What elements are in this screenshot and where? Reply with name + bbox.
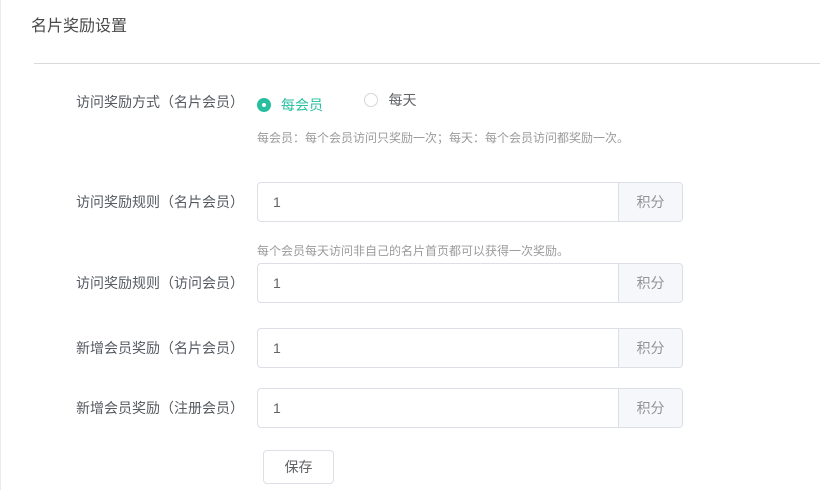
reward-settings-page: 名片奖励设置 访问奖励方式（名片会员） 每会员 每天 每会员：每个会员访问只奖励…	[1, 0, 820, 490]
divider	[34, 63, 820, 64]
points-unit-append: 积分	[618, 264, 682, 302]
save-button[interactable]: 保存	[263, 450, 334, 484]
new-member-reward-register-label: 新增会员奖励（注册会员）	[31, 398, 244, 418]
new-member-reward-register-input[interactable]	[258, 389, 618, 427]
points-input-group: 积分	[257, 388, 683, 428]
new-member-reward-card-input[interactable]	[258, 329, 618, 367]
points-unit-append: 积分	[618, 389, 682, 427]
form-row-new-member-reward-card: 新增会员奖励（名片会员） 积分	[31, 328, 820, 368]
points-unit-append: 积分	[618, 329, 682, 367]
page-title: 名片奖励设置	[31, 17, 820, 37]
reward-settings-form: 访问奖励方式（名片会员） 每会员 每天 每会员：每个会员访问只奖励一次；每天：每…	[31, 92, 820, 484]
reward-mode-helper-text: 每会员：每个会员访问只奖励一次；每天：每个会员访问都奖励一次。	[257, 130, 820, 146]
radio-per-day-label: 每天	[388, 90, 416, 110]
points-input-group: 积分	[257, 263, 683, 303]
form-row-visit-reward-rule-card: 访问奖励规则（名片会员） 积分	[31, 182, 820, 222]
visit-reward-rule-helper-text: 每个会员每天访问非自己的名片首页都可以获得一次奖励。	[257, 243, 820, 259]
new-member-reward-card-label: 新增会员奖励（名片会员）	[31, 338, 244, 358]
points-input-group: 积分	[257, 328, 683, 368]
form-row-new-member-reward-register: 新增会员奖励（注册会员） 积分	[31, 388, 820, 428]
radio-per-day[interactable]: 每天	[364, 90, 416, 110]
visit-reward-rule-card-input[interactable]	[258, 183, 618, 221]
points-input-group: 积分	[257, 182, 683, 222]
radio-per-member[interactable]: 每会员	[257, 95, 323, 115]
radio-unselected-icon	[364, 93, 378, 107]
form-row-visit-reward-mode: 访问奖励方式（名片会员） 每会员 每天	[31, 92, 820, 112]
visit-reward-rule-visitor-label: 访问奖励规则（访问会员）	[31, 273, 244, 293]
reward-mode-radio-group: 每会员 每天	[257, 90, 416, 115]
radio-per-member-label: 每会员	[281, 95, 323, 115]
visit-reward-rule-card-label: 访问奖励规则（名片会员）	[31, 192, 244, 212]
form-row-visit-reward-rule-visitor: 访问奖励规则（访问会员） 积分	[31, 263, 820, 303]
visit-reward-mode-label: 访问奖励方式（名片会员）	[31, 92, 244, 112]
points-unit-append: 积分	[618, 183, 682, 221]
button-row: 保存	[263, 450, 820, 484]
radio-selected-icon	[257, 98, 271, 112]
visit-reward-rule-visitor-input[interactable]	[258, 264, 618, 302]
